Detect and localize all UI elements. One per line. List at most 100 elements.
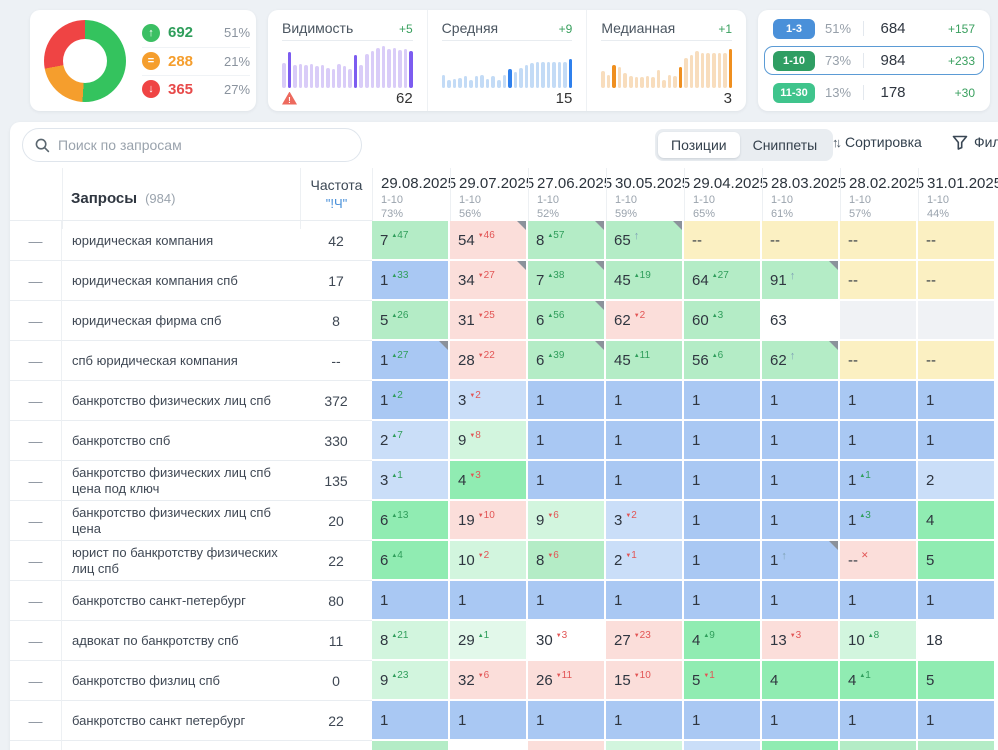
position-cell[interactable]: 1 [840,381,916,419]
position-cell[interactable]: 8▼6 [528,541,604,579]
position-cell[interactable]: 5 [918,661,994,699]
position-cell[interactable]: 91↑ [762,261,838,299]
position-cell[interactable]: 4▲9 [684,621,760,659]
position-cell[interactable]: 62↑ [762,341,838,379]
position-cell[interactable]: 15▼10 [606,661,682,699]
metric-chart-видимость[interactable]: Видимость+5!62 [268,10,427,111]
position-cell[interactable]: 1 [684,701,760,739]
row-drag-handle[interactable]: — [10,620,62,660]
position-cell[interactable]: 1 [762,461,838,499]
position-cell[interactable]: 1 [606,701,682,739]
position-cell[interactable] [840,741,916,750]
position-cell[interactable]: 1 [372,581,448,619]
position-cell[interactable]: 6▲13 [372,501,448,539]
position-cell[interactable]: 27▼23 [606,621,682,659]
position-cell[interactable]: 5▲26 [372,301,448,339]
position-cell[interactable]: 1 [606,421,682,459]
position-cell[interactable]: 32▼6 [450,661,526,699]
position-cell[interactable]: 1 [528,381,604,419]
position-cell[interactable] [606,741,682,750]
position-cell[interactable]: 4 [762,661,838,699]
position-cell[interactable]: -- [918,341,994,379]
position-cell[interactable]: 1▲3 [840,501,916,539]
position-cell[interactable]: 1 [762,381,838,419]
position-cell[interactable]: 10▼2 [450,541,526,579]
position-cell[interactable]: 63 [762,301,838,339]
position-cell[interactable]: 34▼27 [450,261,526,299]
position-cell[interactable]: 45▲11 [606,341,682,379]
position-cell[interactable]: --✕ [840,541,916,579]
position-cell[interactable]: 1 [762,421,838,459]
position-cell[interactable]: 5▼1 [684,661,760,699]
position-cell[interactable] [372,741,448,750]
position-cell[interactable]: 9▲23 [372,661,448,699]
position-cell[interactable]: 1 [528,701,604,739]
position-cell[interactable]: 9▼8 [450,421,526,459]
position-cell[interactable]: 6▲4 [372,541,448,579]
position-cell[interactable]: 29▲1 [450,621,526,659]
position-cell[interactable] [840,301,916,339]
position-cell[interactable]: 9▼6 [528,501,604,539]
row-drag-handle[interactable]: — [10,660,62,700]
position-cell[interactable]: 3▼2 [450,381,526,419]
position-cell[interactable]: 1▲33 [372,261,448,299]
position-cell[interactable]: 1 [606,581,682,619]
query-cell[interactable]: юридическая фирма спб [62,300,300,340]
position-cell[interactable] [528,741,604,750]
position-cell[interactable]: 1▲1 [840,461,916,499]
position-cell[interactable]: 13▼3 [762,621,838,659]
position-cell[interactable]: 7▲47 [372,221,448,259]
position-cell[interactable]: 19▼10 [450,501,526,539]
position-cell[interactable]: 1 [684,581,760,619]
sort-button[interactable]: ↑↓ Сортировка [832,134,922,150]
position-cell[interactable]: 1 [918,701,994,739]
query-cell[interactable]: банкротство физических лиц спб [62,380,300,420]
position-cell[interactable]: 1 [606,461,682,499]
row-drag-handle[interactable]: — [10,340,62,380]
warning-icon[interactable]: ! [282,92,297,105]
position-cell[interactable]: 18 [918,621,994,659]
position-cell[interactable]: 3▲1 [372,461,448,499]
position-cell[interactable]: 1 [684,501,760,539]
row-drag-handle[interactable]: — [10,380,62,420]
position-cell[interactable] [762,741,838,750]
position-cell[interactable]: 1 [918,421,994,459]
query-cell[interactable]: юрист по банкротству физических лиц спб [62,540,300,580]
position-cell[interactable]: 4▼3 [450,461,526,499]
position-cell[interactable]: 64▲27 [684,261,760,299]
row-drag-handle[interactable]: — [10,500,62,540]
position-cell[interactable]: -- [684,221,760,259]
position-cell[interactable]: -- [918,221,994,259]
position-cell[interactable]: 1 [840,421,916,459]
position-cell[interactable]: 8▲21 [372,621,448,659]
position-cell[interactable]: 1 [684,381,760,419]
position-cell[interactable]: -- [840,341,916,379]
position-cell[interactable]: 1 [684,421,760,459]
query-cell[interactable]: банкротство санкт-петербург [62,580,300,620]
position-cell[interactable]: 2 [918,461,994,499]
position-cell[interactable]: 1▲27 [372,341,448,379]
position-cell[interactable]: 6▲39 [528,341,604,379]
position-cell[interactable]: 1 [684,461,760,499]
position-cell[interactable]: 45▲19 [606,261,682,299]
position-cell[interactable]: 1 [450,701,526,739]
query-cell[interactable]: адвокат по банкротству спб [62,620,300,660]
tab-сниппеты[interactable]: Сниппеты [740,132,831,158]
row-drag-handle[interactable]: — [10,300,62,340]
position-cell[interactable]: 4 [918,501,994,539]
row-drag-handle[interactable]: — [10,540,62,580]
position-cell[interactable]: 1 [528,421,604,459]
search-input[interactable] [58,137,349,153]
query-cell[interactable]: юридическая компания по [62,740,300,750]
position-cell[interactable]: 1 [528,461,604,499]
filter-button[interactable]: Фильтры [952,134,998,150]
position-cell[interactable]: 2▼1 [606,541,682,579]
position-cell[interactable]: 26▼11 [528,661,604,699]
position-cell[interactable]: 1 [840,581,916,619]
position-cell[interactable]: 1 [372,701,448,739]
row-drag-handle[interactable]: — [10,220,62,260]
position-cell[interactable]: 7▲38 [528,261,604,299]
row-drag-handle[interactable]: — [10,420,62,460]
position-cell[interactable]: 8▲57 [528,221,604,259]
position-cell[interactable] [918,301,994,339]
